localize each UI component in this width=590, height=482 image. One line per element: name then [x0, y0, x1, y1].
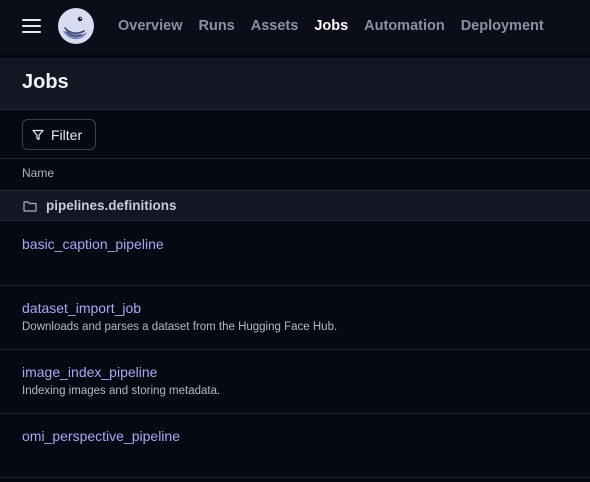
job-description: Downloads and parses a dataset from the … — [22, 321, 338, 333]
folder-icon — [23, 201, 37, 212]
octopus-logo-icon[interactable] — [57, 7, 95, 45]
table-row: basic_caption_pipeline — [0, 222, 590, 286]
job-link[interactable]: image_index_pipeline — [22, 364, 157, 380]
table-row: image_index_pipeline Indexing images and… — [0, 350, 590, 414]
nav-runs[interactable]: Runs — [199, 18, 235, 34]
nav-automation[interactable]: Automation — [364, 18, 445, 34]
divider — [0, 158, 590, 159]
group-row-pipelines-definitions[interactable]: pipelines.definitions — [0, 190, 590, 221]
page-title: Jobs — [22, 71, 69, 93]
top-navigation-bar: Overview Runs Assets Jobs Automation Dep… — [0, 0, 590, 52]
job-description: Indexing images and storing metadata. — [22, 385, 221, 397]
table-row: omi_perspective_pipeline — [0, 414, 590, 478]
job-link[interactable]: omi_perspective_pipeline — [22, 428, 180, 444]
job-link[interactable]: dataset_import_job — [22, 300, 141, 316]
filter-button[interactable]: Filter — [22, 119, 96, 150]
table-row: dataset_import_job Downloads and parses … — [0, 286, 590, 350]
column-header-name[interactable]: Name — [22, 166, 54, 180]
hamburger-menu-icon[interactable] — [22, 18, 42, 34]
nav-overview[interactable]: Overview — [118, 18, 183, 34]
page-header: Jobs — [0, 58, 590, 110]
filter-label: Filter — [51, 126, 83, 143]
main-nav: Overview Runs Assets Jobs Automation Dep… — [118, 0, 560, 52]
group-label: pipelines.definitions — [46, 198, 177, 213]
nav-assets[interactable]: Assets — [251, 18, 299, 34]
nav-deployment[interactable]: Deployment — [461, 18, 544, 34]
filter-icon — [32, 129, 44, 140]
job-link[interactable]: basic_caption_pipeline — [22, 236, 164, 252]
nav-jobs[interactable]: Jobs — [314, 18, 348, 34]
